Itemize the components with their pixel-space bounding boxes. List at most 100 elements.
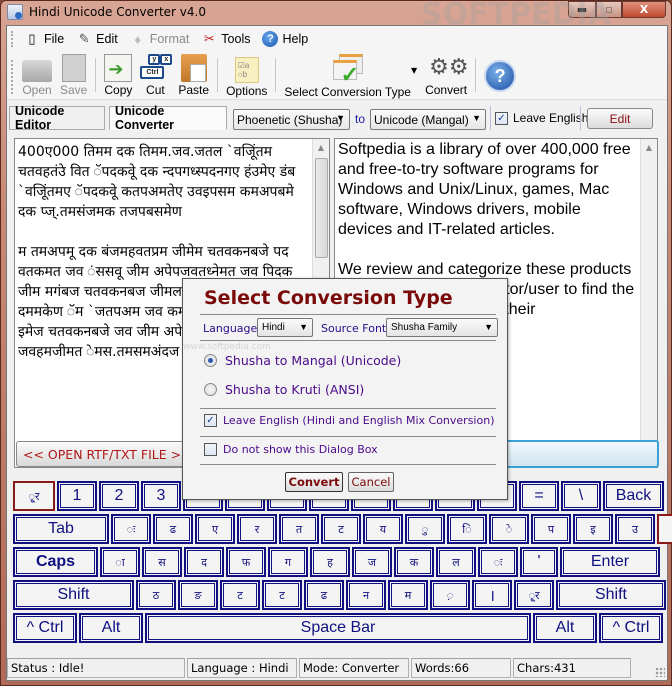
- key-enter[interactable]: Enter: [560, 547, 660, 577]
- key-row4-10[interactable]: ृ्र: [514, 580, 554, 610]
- key-row3-9[interactable]: ल: [436, 547, 476, 577]
- key-row1-13[interactable]: \: [561, 481, 601, 511]
- key-row2-7[interactable]: य: [363, 514, 403, 544]
- key-row2-1[interactable]: ः: [111, 514, 151, 544]
- key-row2-5[interactable]: त: [279, 514, 319, 544]
- option-shusha-to-kruti[interactable]: Shusha to Kruti (ANSI): [204, 382, 364, 397]
- select-conversion-dropdown-icon[interactable]: ▼: [411, 66, 417, 75]
- key-row2-4[interactable]: र: [237, 514, 277, 544]
- key-row4-6[interactable]: न: [346, 580, 386, 610]
- radio-unselected-icon[interactable]: [204, 383, 217, 396]
- key-row2-13[interactable]: उ: [615, 514, 655, 544]
- key-shift[interactable]: Shift: [13, 580, 134, 610]
- key-2[interactable]: 2: [99, 481, 139, 511]
- open-rtf-txt-button[interactable]: << OPEN RTF/TXT FILE >>: [16, 441, 196, 467]
- scroll-up-icon[interactable]: ▲: [641, 139, 657, 156]
- convert-button[interactable]: ⚙⚙ Convert: [421, 52, 471, 100]
- key-row3-4[interactable]: फ: [226, 547, 266, 577]
- key-row4-3[interactable]: ट: [220, 580, 260, 610]
- menu-tools[interactable]: ✂ Tools: [195, 28, 256, 50]
- checkbox-checked-icon[interactable]: ✓: [204, 414, 217, 427]
- copy-button[interactable]: Copy: [100, 52, 136, 100]
- cut-button[interactable]: y x Ctrl Cut: [136, 52, 174, 100]
- key-row3-10[interactable]: ः: [478, 547, 518, 577]
- key-row2-11[interactable]: प: [531, 514, 571, 544]
- dialog-convert-button[interactable]: Convert: [285, 472, 343, 492]
- edit-button[interactable]: Edit: [587, 108, 653, 129]
- key-row2-9[interactable]: ि: [447, 514, 487, 544]
- help-button[interactable]: ?: [480, 52, 520, 100]
- checkbox-unchecked-icon[interactable]: [204, 443, 217, 456]
- key-row4-9[interactable]: ।: [472, 580, 512, 610]
- key-back[interactable]: Back: [603, 481, 664, 511]
- key-ctrl[interactable]: ^ Ctrl: [599, 613, 663, 643]
- target-encoding-select[interactable]: Unicode (Mangal) ▼: [370, 109, 486, 130]
- key-row2-2[interactable]: ढ: [153, 514, 193, 544]
- key-caps[interactable]: Caps: [13, 547, 98, 577]
- radio-selected-icon[interactable]: [204, 354, 217, 367]
- key-row3-2[interactable]: स: [142, 547, 182, 577]
- key-row2-3[interactable]: ए: [195, 514, 235, 544]
- scroll-up-icon[interactable]: ▲: [313, 139, 329, 156]
- key-space-bar[interactable]: Space Bar: [145, 613, 531, 643]
- tab-unicode-editor[interactable]: Unicode Editor: [9, 104, 105, 132]
- key-row4-4[interactable]: ट: [262, 580, 302, 610]
- source-font-select[interactable]: Shusha Family ▼: [386, 318, 498, 337]
- save-button[interactable]: Save: [56, 52, 91, 100]
- title-bar[interactable]: Hindi Unicode Converter v4.0 ▬ ▫ X: [1, 1, 671, 23]
- key-alt[interactable]: Alt: [533, 613, 597, 643]
- key-row3-7[interactable]: ज: [352, 547, 392, 577]
- key-row4-1[interactable]: ठ: [136, 580, 176, 610]
- dialog-leave-english-checkbox[interactable]: ✓ Leave English (Hindi and English Mix C…: [204, 414, 494, 427]
- key-1[interactable]: 1: [57, 481, 97, 511]
- key-shift[interactable]: Shift: [556, 580, 666, 610]
- key-row1-0[interactable]: ृ्र: [13, 481, 55, 511]
- key-row4-8[interactable]: ़: [430, 580, 470, 610]
- tools-icon: ✂: [203, 31, 215, 46]
- menu-grip[interactable]: [11, 31, 14, 47]
- key-row3-3[interactable]: द: [184, 547, 224, 577]
- cut-icon: y x Ctrl: [140, 54, 173, 82]
- key-row2-8[interactable]: ु: [405, 514, 445, 544]
- resize-grip[interactable]: [655, 667, 665, 677]
- menu-help[interactable]: ? Help: [256, 28, 314, 50]
- menu-file[interactable]: ▯ File: [18, 28, 70, 50]
- key-3[interactable]: 3: [141, 481, 181, 511]
- output-scrollbar[interactable]: ▲: [640, 139, 657, 467]
- key-row4-5[interactable]: ढ: [304, 580, 344, 610]
- key-row2-14[interactable]: [657, 514, 672, 544]
- option-shusha-to-mangal[interactable]: Shusha to Mangal (Unicode): [204, 353, 401, 368]
- key-row1-12[interactable]: =: [519, 481, 559, 511]
- key-row3-8[interactable]: क: [394, 547, 434, 577]
- key-tab[interactable]: Tab: [13, 514, 109, 544]
- menu-edit[interactable]: ✎ Edit: [70, 28, 124, 50]
- menu-format[interactable]: ♦ Format: [124, 28, 196, 50]
- dialog-cancel-button[interactable]: Cancel: [348, 472, 394, 492]
- select-conversion-type-button[interactable]: ✓ Select Conversion Type: [280, 52, 415, 100]
- language-select[interactable]: Hindi ▼: [257, 318, 313, 337]
- key-ctrl[interactable]: ^ Ctrl: [13, 613, 77, 643]
- minimize-button[interactable]: ▬: [568, 1, 596, 18]
- key-row4-2[interactable]: ङ: [178, 580, 218, 610]
- options-button[interactable]: ☑a ○b Options: [222, 52, 271, 100]
- key-row3-6[interactable]: ह: [310, 547, 350, 577]
- dont-show-dialog-checkbox[interactable]: Do not show this Dialog Box: [204, 443, 378, 456]
- scrollbar-thumb[interactable]: [315, 158, 328, 258]
- tab-unicode-converter[interactable]: Unicode Converter: [109, 104, 227, 132]
- key-row3-1[interactable]: ा: [100, 547, 140, 577]
- paste-button[interactable]: Paste: [174, 52, 213, 100]
- key-row2-10[interactable]: े: [489, 514, 529, 544]
- key-row2-6[interactable]: ट: [321, 514, 361, 544]
- toolbar-grip[interactable]: [11, 60, 14, 94]
- open-button[interactable]: Open: [18, 52, 56, 100]
- key-row4-7[interactable]: म: [388, 580, 428, 610]
- source-encoding-select[interactable]: Phoenetic (Shusha) ▼: [233, 109, 350, 130]
- key-row3-5[interactable]: ग: [268, 547, 308, 577]
- key-row3-11[interactable]: ': [520, 547, 558, 577]
- close-button[interactable]: X: [622, 1, 666, 18]
- maximize-button[interactable]: ▫: [596, 1, 622, 18]
- key-row2-12[interactable]: इ: [573, 514, 613, 544]
- option-label: Shusha to Mangal (Unicode): [225, 353, 402, 368]
- leave-english-checkbox[interactable]: ✓ Leave English: [495, 111, 588, 125]
- key-alt[interactable]: Alt: [79, 613, 143, 643]
